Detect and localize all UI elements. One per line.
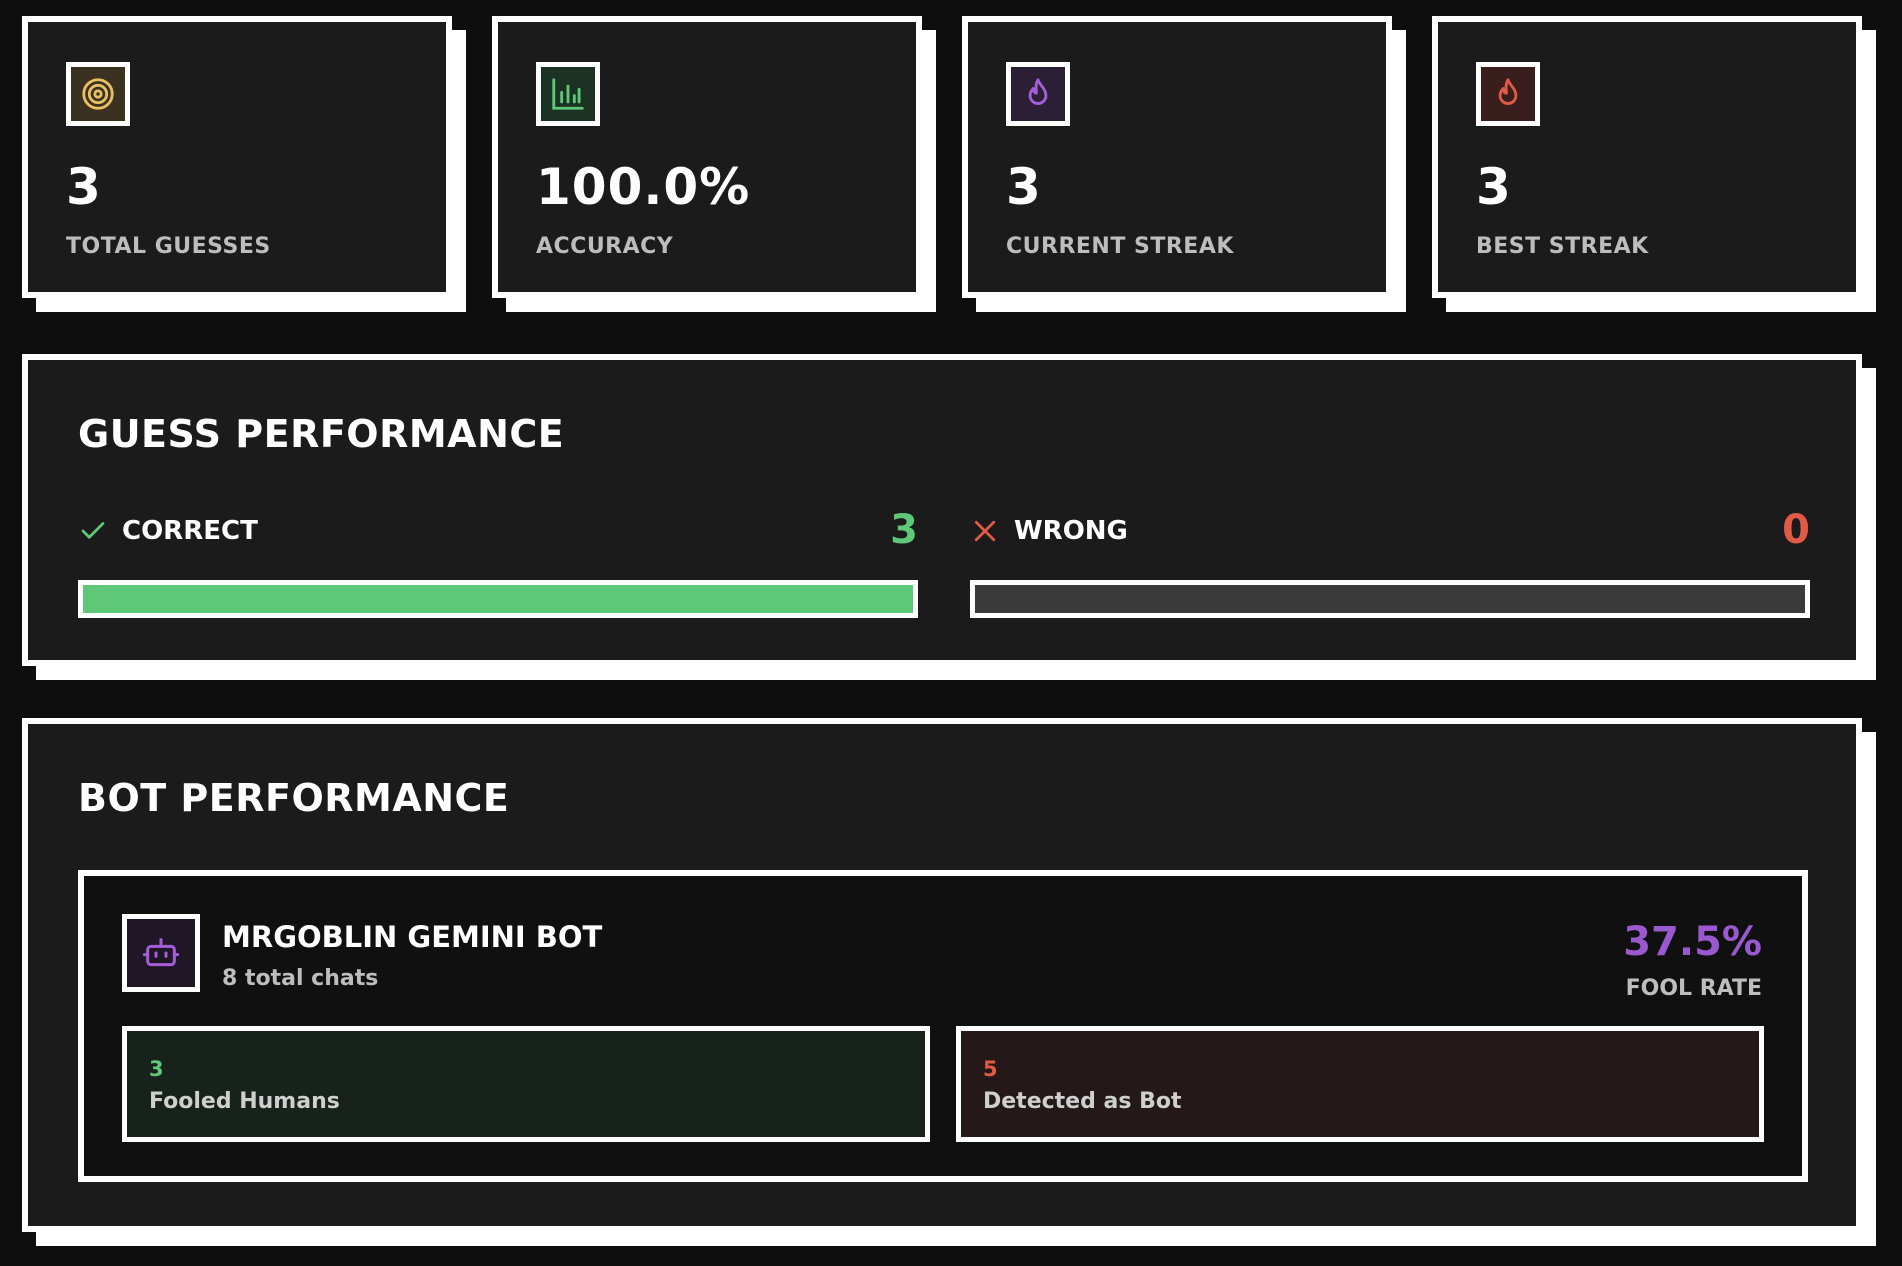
- section-title: GUESS PERFORMANCE: [78, 412, 565, 456]
- stat-card-current-streak: 3 CURRENT STREAK: [962, 16, 1392, 298]
- fool-rate-label: FOOL RATE: [1625, 976, 1762, 1001]
- stat-value: 3: [1006, 158, 1042, 216]
- stat-value: 3: [66, 158, 102, 216]
- detected-label: Detected as Bot: [983, 1089, 1182, 1114]
- stat-label: TOTAL GUESSES: [66, 234, 271, 259]
- stat-value: 100.0%: [536, 158, 751, 216]
- bot-name: MRGOBLIN GEMINI BOT: [222, 920, 603, 954]
- check-icon: [81, 522, 105, 539]
- section-title: BOT PERFORMANCE: [78, 776, 510, 820]
- stat-label: BEST STREAK: [1476, 234, 1649, 259]
- bot-total-chats: 8 total chats: [222, 966, 379, 991]
- correct-label: CORRECT: [122, 516, 258, 546]
- wrong-label: WRONG: [1014, 516, 1128, 546]
- fool-rate-value: 37.5%: [1623, 919, 1762, 965]
- target-icon: [66, 62, 130, 126]
- detected-as-bot-box: 5 Detected as Bot: [956, 1026, 1764, 1142]
- bot-performance-card: BOT PERFORMANCE MRGOBLIN GEMINI BOT 8 to…: [22, 718, 1862, 1232]
- correct-progress-fill: [83, 585, 913, 613]
- stat-value: 3: [1476, 158, 1512, 216]
- stat-card-total-guesses: 3 TOTAL GUESSES: [22, 16, 452, 298]
- wrong-count: 0: [1782, 507, 1810, 553]
- stat-card-best-streak: 3 BEST STREAK: [1432, 16, 1862, 298]
- stat-label: ACCURACY: [536, 234, 674, 259]
- fooled-label: Fooled Humans: [149, 1089, 340, 1114]
- stat-card-accuracy: 100.0% ACCURACY: [492, 16, 922, 298]
- bot-icon: [142, 938, 180, 967]
- correct-progress-bar: [78, 580, 918, 618]
- fooled-count: 3: [149, 1057, 164, 1081]
- stat-label: CURRENT STREAK: [1006, 234, 1234, 259]
- avatar: [122, 914, 200, 992]
- bot-panel[interactable]: MRGOBLIN GEMINI BOT 8 total chats 37.5% …: [78, 870, 1808, 1182]
- wrong-progress-bar: [970, 580, 1810, 618]
- flame-icon: [1476, 62, 1540, 126]
- fooled-humans-box: 3 Fooled Humans: [122, 1026, 930, 1142]
- x-icon: [974, 520, 996, 542]
- correct-block: CORRECT 3: [78, 507, 918, 618]
- wrong-block: WRONG 0: [970, 507, 1810, 618]
- flame-icon: [1006, 62, 1070, 126]
- correct-count: 3: [890, 507, 918, 553]
- detected-count: 5: [983, 1057, 998, 1081]
- bar-chart-icon: [536, 62, 600, 126]
- guess-performance-card: GUESS PERFORMANCE CORRECT 3 WRONG 0: [22, 354, 1862, 666]
